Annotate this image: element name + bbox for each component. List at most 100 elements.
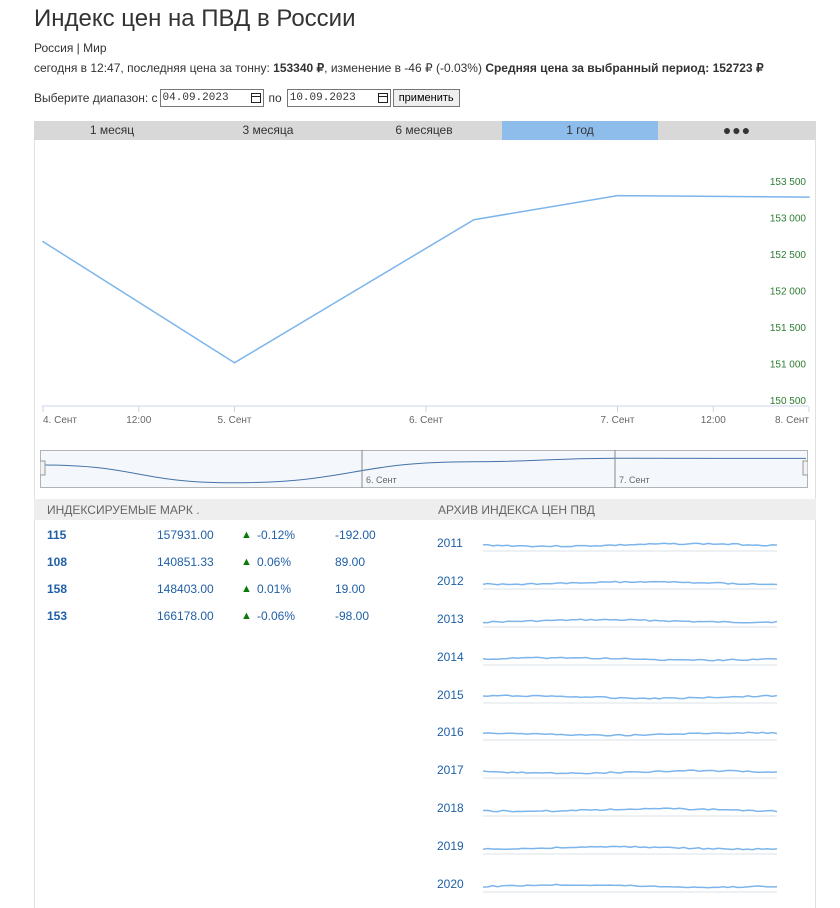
mark-change-abs: -192.00 [335,527,376,542]
mark-link[interactable]: 115 [47,528,157,542]
archive-sparkline [483,542,777,552]
sparkline-series [483,845,777,851]
mark-link[interactable]: 153 [47,609,157,623]
mark-change-abs: 19.00 [335,581,366,596]
range-to-label: по [268,91,282,105]
archive-row[interactable]: 2015 [437,676,777,714]
archive-row[interactable]: 2018 [437,789,777,827]
navigator-handle-left[interactable] [40,460,46,476]
sparkline-series [483,618,777,624]
archive-row[interactable]: 2011 [437,524,777,562]
tab-1-month[interactable]: 1 месяц [34,121,190,140]
list-item: 153 166178.00 ▲ -0.06% -98.00 [47,602,407,629]
mark-price: 166178.00 [157,608,214,623]
archive-sparkline [483,656,777,666]
marks-title: Индексируемые марк . [47,503,200,517]
x-tick-label: 12:00 [126,415,151,426]
sparkline-series [483,883,777,889]
sparkline-series [483,656,777,662]
price-series-line [42,194,810,364]
mark-price: 148403.00 [157,581,214,596]
tab-6-months[interactable]: 6 месяцев [346,121,502,140]
region-label: Россия | Мир [34,41,107,55]
archive-row[interactable]: 2014 [437,638,777,676]
range-navigator[interactable]: 6. Сент 7. Сент [40,450,808,488]
avg-price-label: Средняя цена за выбранный период: [485,61,710,75]
calendar-icon[interactable] [377,93,388,103]
y-tick-label: 152 500 [770,250,807,261]
archive-year-link[interactable]: 2015 [437,688,483,702]
sparkline-series [483,580,777,586]
archive-sparkline [483,580,777,590]
archive-row[interactable]: 2016 [437,713,777,751]
archive-row[interactable]: 2020 [437,865,777,903]
up-arrow-icon: ▲ [241,582,252,595]
archive-year-link[interactable]: 2012 [437,574,483,588]
data-point[interactable] [233,361,236,364]
archive-title: Архив индекса цен ПВД [438,503,595,517]
archive-row[interactable]: 2017 [437,751,777,789]
x-tick-label: 7. Сент [600,415,634,426]
list-item: 115 157931.00 ▲ -0.12% -192.00 [47,521,407,548]
x-tick-label: 4. Сент [43,415,77,426]
up-arrow-icon: ▲ [241,555,252,568]
y-tick-label: 152 000 [770,287,807,298]
sparkline-series [483,542,777,548]
x-tick-label: 8. Сент [775,415,809,426]
y-tick-label: 150 500 [770,396,807,407]
archive-sparkline [483,693,777,703]
list-item: 108 140851.33 ▲ 0.06% 89.00 [47,548,407,575]
navigator-frame [40,450,808,488]
archive-sparkline [483,883,777,893]
tab-more[interactable]: ●●● [658,121,816,140]
up-arrow-icon: ▲ [241,528,252,541]
list-item: 158 148403.00 ▲ 0.01% 19.00 [47,575,407,602]
mark-price: 140851.33 [157,554,214,569]
period-tabs: 1 месяц 3 месяца 6 месяцев 1 год ●●● [34,121,816,140]
mark-link[interactable]: 158 [47,582,157,596]
price-status: сегодня в 12:47, последняя цена за тонну… [34,61,764,75]
data-point[interactable] [42,240,44,243]
data-point[interactable] [473,218,475,221]
archive-sparkline [483,807,777,817]
marks-list: 115 157931.00 ▲ -0.12% -192.00 108 14085… [47,521,407,629]
apply-button[interactable]: применить [392,89,460,107]
archive-year-link[interactable]: 2014 [437,650,483,664]
archive-year-link[interactable]: 2018 [437,801,483,815]
x-tick-label: 12:00 [701,415,726,426]
archive-year-link[interactable]: 2020 [437,877,483,891]
archive-row[interactable]: 2013 [437,600,777,638]
archive-sparkline [483,845,777,855]
archive-year-link[interactable]: 2016 [437,725,483,739]
up-arrow-icon: ▲ [241,609,252,622]
mark-change-pct: 0.06% [257,554,292,569]
archive-year-link[interactable]: 2017 [437,763,483,777]
y-tick-label: 151 000 [770,360,807,371]
data-point[interactable] [616,194,619,197]
mark-link[interactable]: 108 [47,555,157,569]
sparkline-series [483,769,777,775]
status-prefix: сегодня в 12:47, последняя цена за тонну… [34,61,270,75]
tab-3-months[interactable]: 3 месяца [190,121,346,140]
archive-sparkline [483,769,777,779]
archive-year-link[interactable]: 2011 [437,536,483,550]
date-from-value: 04.09.2023 [162,92,229,104]
sparkline-series [483,693,777,700]
date-to-input[interactable]: 10.09.2023 [286,89,391,107]
archive-year-link[interactable]: 2019 [437,839,483,853]
sparkline-series [483,731,777,737]
navigator-handle-right[interactable] [802,460,808,476]
y-tick-label: 153 000 [770,214,807,225]
archive-row[interactable]: 2012 [437,562,777,600]
data-point[interactable] [808,196,810,198]
tab-1-year[interactable]: 1 год [502,121,658,140]
archive-year-link[interactable]: 2013 [437,612,483,626]
date-from-input[interactable]: 04.09.2023 [159,89,264,107]
mark-change-abs: 89.00 [335,554,366,569]
price-line-chart[interactable]: 153 500 153 000 152 500 152 000 151 500 151 0… [34,140,816,430]
y-tick-label: 151 500 [770,323,807,334]
archive-row[interactable]: 2019 [437,827,777,865]
archive-sparkline [483,731,777,741]
calendar-icon[interactable] [250,93,261,103]
range-label: Выберите диапазон: с [34,91,158,105]
